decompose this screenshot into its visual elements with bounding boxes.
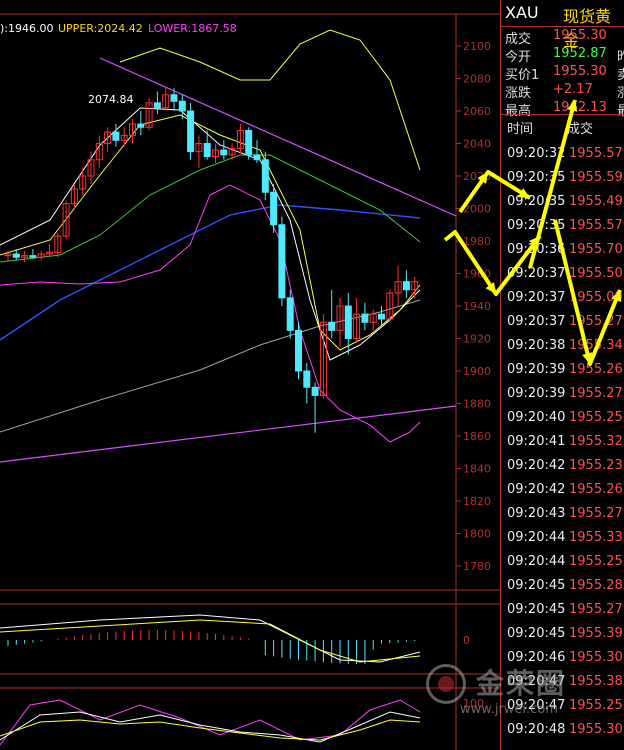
annotation-arrow-head-icon bbox=[611, 290, 622, 302]
watermark-logo-icon bbox=[426, 664, 466, 704]
watermark: 金荣圈 www.jrwei.com bbox=[420, 656, 580, 726]
watermark-name: 金荣圈 bbox=[476, 667, 567, 700]
annotation-arrow-line bbox=[458, 170, 532, 214]
annotation-arrow-line bbox=[528, 99, 577, 269]
arrow-overlay bbox=[443, 99, 622, 366]
watermark-url: www.jrwei.com bbox=[460, 702, 558, 717]
annotation-arrow-line bbox=[553, 219, 622, 366]
